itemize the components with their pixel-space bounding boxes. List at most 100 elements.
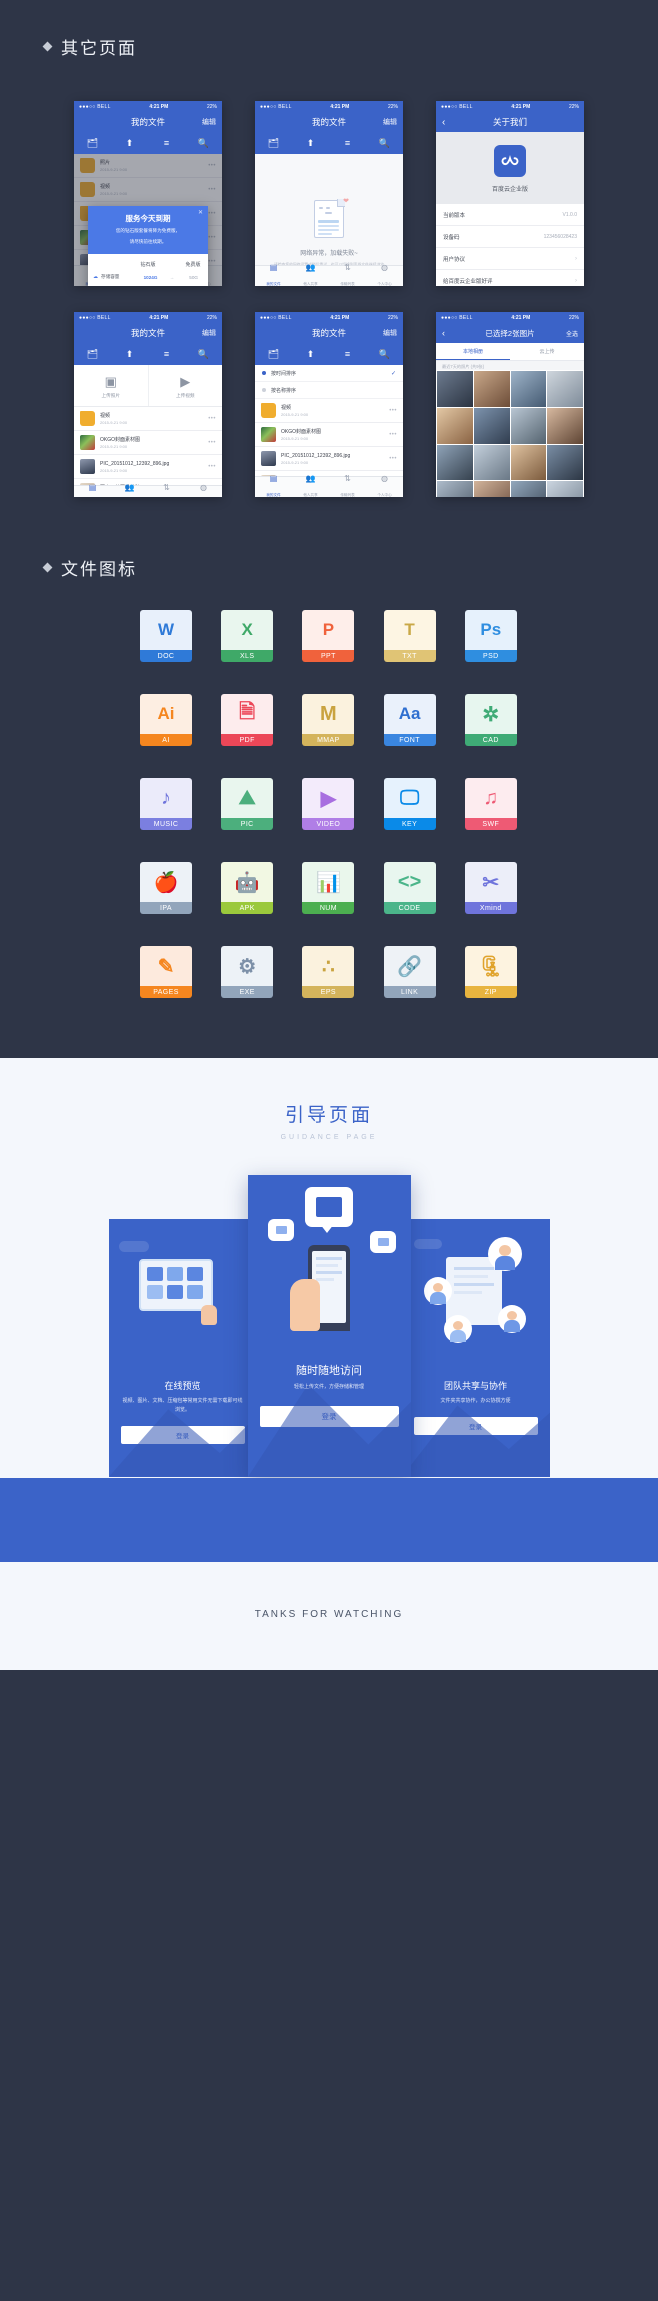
upload-icon[interactable]: ⬆ — [119, 349, 141, 360]
tab-cloud-upload[interactable]: 云上传 — [510, 343, 584, 360]
file-list: 视频 2015-9-21 9:00 ••• OKGO封面素材图 2015-9-2… — [255, 399, 403, 497]
photo-thumbnail[interactable] — [510, 444, 547, 481]
upload-icon[interactable]: ⬆ — [119, 138, 141, 149]
tab-profile[interactable]: ◍ 个人中心 — [196, 483, 210, 498]
status-time: 4:21 PM — [149, 314, 169, 321]
tab-transfers[interactable]: ⇅ 传输列表 — [159, 483, 173, 498]
search-icon[interactable]: 🔍 — [374, 138, 396, 149]
sort-icon[interactable]: ≡ — [337, 349, 359, 359]
tab-transfers[interactable]: ⇅ 传输列表 — [340, 262, 354, 287]
tab-transfers[interactable]: ⇅ 传输列表 — [340, 474, 354, 498]
photo-thumbnail[interactable] — [547, 444, 583, 481]
status-bar: ●●●○○ BELL 4:21 PM 22% — [255, 312, 403, 323]
new-folder-icon[interactable]: 🗂 — [263, 349, 285, 360]
file-type-glyph: Ps — [464, 610, 517, 650]
photo-thumbnail[interactable] — [510, 481, 547, 497]
more-icon[interactable]: ••• — [208, 440, 216, 446]
close-icon[interactable]: ✕ — [198, 209, 203, 216]
upload-icon[interactable]: ⬆ — [300, 138, 322, 149]
phone-mockup-expiry-modal: ●●●○○ BELL 4:21 PM 22% 我的文件 编辑 🗂 ⬆ ≡ 🔍 照… — [74, 101, 222, 286]
photo-thumbnail[interactable] — [547, 481, 583, 497]
table-row[interactable]: 视频 2015-9-21 9:00 ••• — [74, 407, 222, 431]
table-row[interactable]: 视频 2015-9-21 9:00 ••• — [255, 399, 403, 423]
more-icon[interactable]: ••• — [389, 408, 397, 414]
list-item[interactable]: 给百度云企业版好评 › — [436, 270, 584, 286]
photo-thumbnail[interactable] — [473, 444, 510, 481]
upload-photo-button[interactable]: ▣ 上传照片 — [74, 365, 148, 406]
search-icon[interactable]: 🔍 — [193, 349, 215, 360]
photo-thumbnail[interactable] — [510, 407, 547, 444]
table-row[interactable]: OKGO封面素材图 2015-9-21 9:00 ••• — [255, 423, 403, 447]
edit-button[interactable]: 编辑 — [202, 117, 216, 127]
file-type-label: Xmind — [464, 902, 517, 914]
tab-profile[interactable]: ◍ 个人中心 — [377, 474, 391, 498]
nav-bar: 我的文件 编辑 — [74, 112, 222, 132]
file-type-glyph: X — [221, 610, 274, 650]
photo-thumbnail[interactable] — [473, 371, 510, 407]
empty-message: 网络异常，加载失败~ — [300, 251, 358, 257]
file-list: 视频 2015-9-21 9:00 ••• OKGO封面素材图 2015-9-2… — [74, 407, 222, 497]
row-current: 1024G — [143, 274, 158, 280]
team-illustration — [402, 1219, 550, 1379]
file-type-glyph: Aa — [383, 694, 436, 734]
upload-video-button[interactable]: ▶ 上传视频 — [147, 365, 223, 406]
tab-my-files[interactable]: ▤ 我的文件 — [266, 474, 280, 498]
table-row[interactable]: PIC_20151012_12392_896.jpg 2015-9-21 9:0… — [74, 455, 222, 479]
more-icon[interactable]: ••• — [208, 416, 216, 422]
edit-button[interactable]: 编辑 — [202, 328, 216, 338]
table-row[interactable]: OKGO封面素材图 2015-9-21 9:00 ••• — [74, 431, 222, 455]
sort-option-time[interactable]: 按时间排序 ✓ — [255, 365, 403, 382]
table-row[interactable]: PIC_20151012_12392_896.jpg 2015-9-21 9:0… — [255, 447, 403, 471]
tab-my-files[interactable]: ▤ 我的文件 — [85, 483, 99, 498]
select-all-button[interactable]: 全选 — [566, 329, 578, 338]
tab-my-files[interactable]: ▤ 我的文件 — [266, 263, 280, 287]
eps-icon: ∴ — [302, 946, 355, 986]
more-icon[interactable]: ••• — [208, 464, 216, 470]
photo-thumbnail[interactable] — [473, 407, 510, 444]
nav-bar: 我的文件 编辑 — [74, 323, 222, 343]
photo-thumbnail[interactable] — [547, 407, 583, 444]
upload-icon[interactable]: ⬆ — [300, 349, 322, 360]
search-icon[interactable]: 🔍 — [374, 349, 396, 360]
new-folder-icon[interactable]: 🗂 — [82, 138, 104, 149]
edit-button[interactable]: 编辑 — [383, 117, 397, 127]
transfer-icon: ⇅ — [344, 262, 351, 272]
more-icon[interactable]: ••• — [389, 456, 397, 462]
file-type-icon-video: ▶ VIDEO — [302, 778, 355, 830]
nav-title: 我的文件 — [130, 328, 165, 338]
zip-icon: 🗜 — [464, 946, 517, 986]
tab-profile[interactable]: ◍ 个人中心 — [377, 263, 391, 287]
photo-thumbnail[interactable] — [510, 371, 547, 407]
cad-icon: ✲ — [464, 694, 517, 734]
edit-button[interactable]: 编辑 — [383, 328, 397, 338]
photo-thumbnail[interactable] — [437, 407, 473, 444]
sort-icon[interactable]: ≡ — [156, 138, 178, 148]
guidance-title-en: GUIDANCE PAGE — [280, 1134, 378, 1141]
more-icon[interactable]: ••• — [389, 432, 397, 438]
file-date: 2015-9-21 9:00 — [100, 467, 128, 473]
photo-thumbnail[interactable] — [437, 481, 473, 497]
photo-thumbnail[interactable] — [547, 371, 583, 407]
new-folder-icon[interactable]: 🗂 — [82, 349, 104, 360]
file-type-icon-ppt: P PPT — [302, 610, 355, 662]
sort-option-name[interactable]: 按名称排序 — [255, 382, 403, 399]
search-icon[interactable]: 🔍 — [193, 138, 215, 149]
table-row: ☁ 存储容量 1024G → 50G — [88, 271, 208, 284]
tab-shared[interactable]: 👥 他人共享 — [122, 483, 136, 498]
list-item[interactable]: 用户协议 › — [436, 248, 584, 270]
back-icon[interactable]: ‹ — [442, 117, 445, 128]
tab-shared[interactable]: 👥 他人共享 — [303, 263, 317, 287]
new-folder-icon[interactable]: 🗂 — [263, 138, 285, 149]
tab-local-album[interactable]: 本地相册 — [436, 343, 510, 360]
sort-icon[interactable]: ≡ — [156, 349, 178, 359]
tab-shared[interactable]: 👥 他人共享 — [303, 474, 317, 498]
file-type-icon-eps: ∴ EPS — [302, 946, 355, 998]
app-name: 百度云企业版 — [491, 187, 528, 193]
file-type-icon-link: 🔗 LINK — [383, 946, 436, 998]
photo-thumbnail[interactable] — [437, 371, 473, 407]
sort-icon[interactable]: ≡ — [337, 138, 359, 148]
photo-thumbnail[interactable] — [437, 444, 473, 481]
photo-thumbnail[interactable] — [473, 481, 510, 497]
folder-icon — [80, 411, 95, 426]
back-icon[interactable]: ‹ — [442, 328, 445, 338]
